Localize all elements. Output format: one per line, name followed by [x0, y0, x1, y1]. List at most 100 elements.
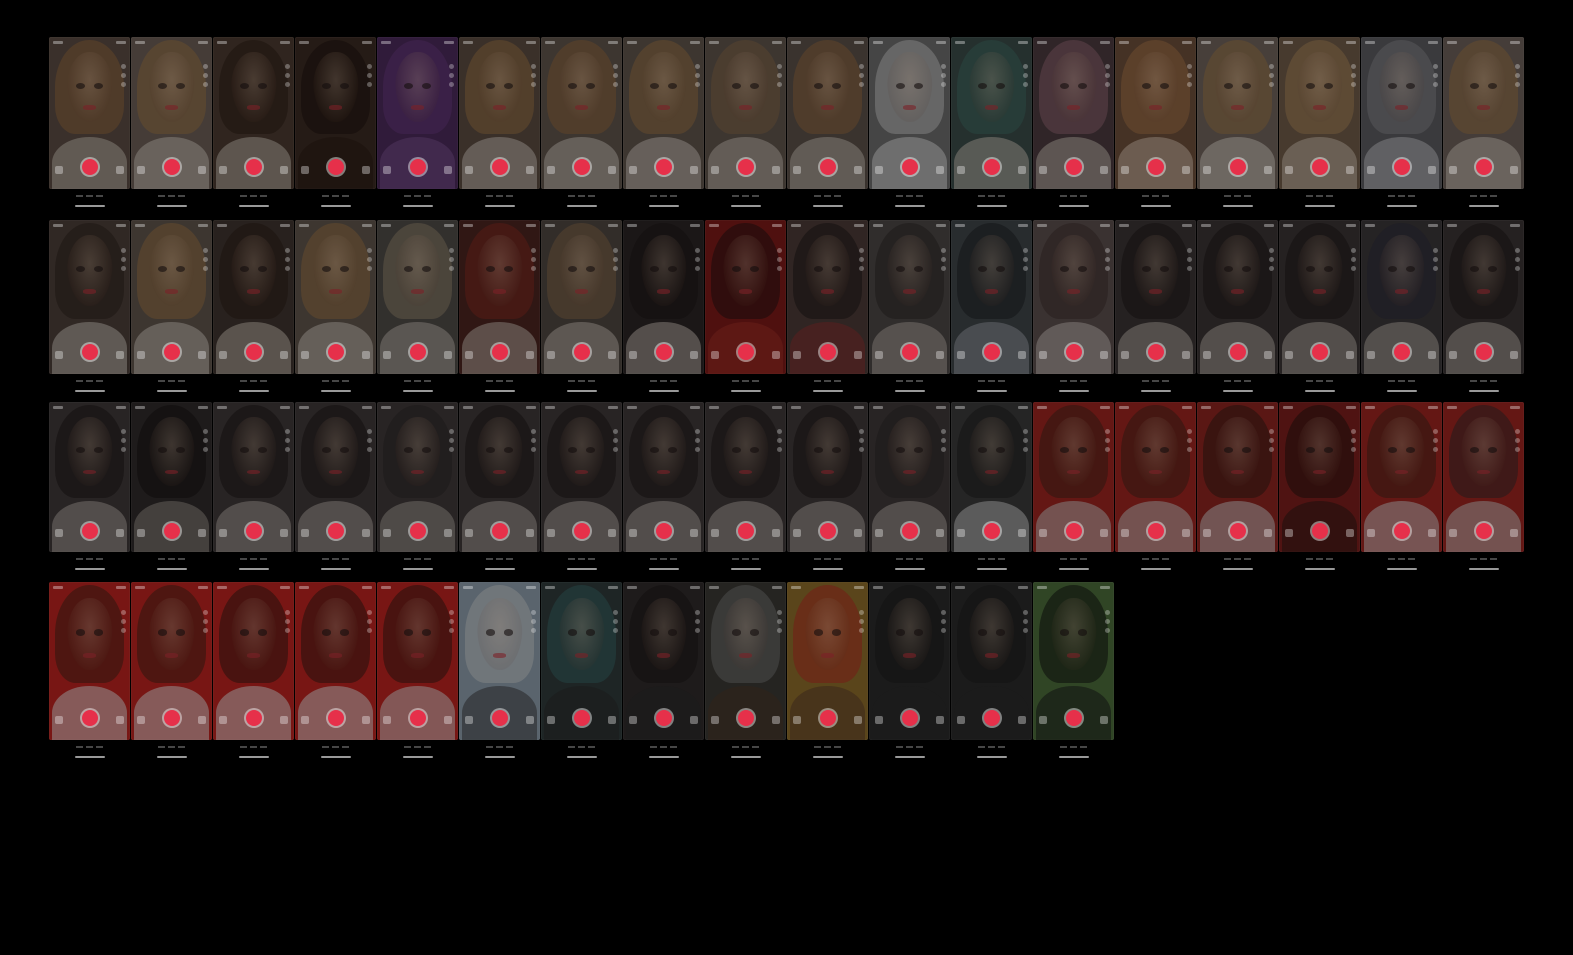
- effects-icon[interactable]: [137, 716, 146, 725]
- gallery-icon[interactable]: [1099, 529, 1108, 537]
- filter-preview-comic-sketch[interactable]: [869, 37, 950, 189]
- record-button[interactable]: [1147, 344, 1164, 361]
- mode-tabbar[interactable]: [131, 189, 212, 213]
- filter-preview-blush[interactable]: [459, 402, 540, 552]
- side-toolbar-icons[interactable]: [613, 64, 619, 91]
- side-toolbar-icons[interactable]: [449, 610, 455, 637]
- record-button[interactable]: [737, 159, 754, 176]
- record-button[interactable]: [983, 159, 1000, 176]
- side-toolbar-icons[interactable]: [121, 429, 127, 456]
- record-button[interactable]: [245, 344, 262, 361]
- mode-tabbar[interactable]: [131, 552, 212, 576]
- record-button[interactable]: [1065, 344, 1082, 361]
- gallery-icon[interactable]: [1017, 529, 1026, 537]
- side-toolbar-icons[interactable]: [531, 429, 537, 456]
- gallery-icon[interactable]: [689, 165, 698, 174]
- gallery-icon[interactable]: [1509, 529, 1518, 537]
- mode-tabbar[interactable]: [951, 740, 1032, 764]
- record-button[interactable]: [901, 709, 918, 726]
- effects-icon[interactable]: [629, 165, 638, 174]
- record-button[interactable]: [1475, 344, 1492, 361]
- gallery-icon[interactable]: [853, 165, 862, 174]
- gallery-icon[interactable]: [197, 529, 206, 537]
- filter-preview-warp-face[interactable]: [541, 37, 622, 189]
- side-toolbar-icons[interactable]: [531, 64, 537, 91]
- effects-icon[interactable]: [629, 529, 638, 537]
- record-button[interactable]: [1147, 522, 1164, 539]
- effects-icon[interactable]: [1121, 529, 1130, 537]
- record-button[interactable]: [901, 159, 918, 176]
- gallery-icon[interactable]: [1509, 165, 1518, 174]
- record-button[interactable]: [1229, 344, 1246, 361]
- side-toolbar-icons[interactable]: [777, 247, 783, 275]
- side-toolbar-icons[interactable]: [1351, 429, 1357, 456]
- record-button[interactable]: [163, 344, 180, 361]
- mode-tabbar[interactable]: [869, 552, 950, 576]
- filter-preview-big-mouth[interactable]: [1361, 37, 1442, 189]
- side-toolbar-icons[interactable]: [1105, 610, 1111, 637]
- effects-icon[interactable]: [793, 165, 802, 174]
- side-toolbar-icons[interactable]: [285, 610, 291, 637]
- filter-preview-portrait-b[interactable]: [1197, 220, 1278, 374]
- effects-icon[interactable]: [55, 529, 64, 537]
- filter-preview-anime-boy[interactable]: [541, 582, 622, 740]
- filter-preview-cartoon-man[interactable]: [1197, 402, 1278, 552]
- filter-preview-portrait-d[interactable]: [1443, 220, 1524, 374]
- record-button[interactable]: [1065, 709, 1082, 726]
- effects-icon[interactable]: [219, 716, 228, 725]
- side-toolbar-icons[interactable]: [1515, 429, 1521, 456]
- gallery-icon[interactable]: [1427, 529, 1436, 537]
- side-toolbar-icons[interactable]: [941, 247, 947, 275]
- mode-tabbar[interactable]: [787, 374, 868, 398]
- mode-tabbar[interactable]: [1115, 374, 1196, 398]
- gallery-icon[interactable]: [1099, 165, 1108, 174]
- effects-icon[interactable]: [1285, 350, 1294, 359]
- filter-preview-purple-tint[interactable]: [377, 37, 458, 189]
- gallery-icon[interactable]: [525, 716, 534, 725]
- record-button[interactable]: [1229, 159, 1246, 176]
- mode-tabbar[interactable]: [787, 189, 868, 213]
- mode-tabbar[interactable]: [377, 374, 458, 398]
- record-button[interactable]: [491, 159, 508, 176]
- side-toolbar-icons[interactable]: [1187, 64, 1193, 91]
- mode-tabbar[interactable]: [1197, 374, 1278, 398]
- mode-tabbar[interactable]: [541, 552, 622, 576]
- record-button[interactable]: [901, 522, 918, 539]
- effects-icon[interactable]: [1449, 350, 1458, 359]
- record-button[interactable]: [245, 522, 262, 539]
- gallery-icon[interactable]: [443, 165, 452, 174]
- record-button[interactable]: [573, 344, 590, 361]
- record-button[interactable]: [1393, 344, 1410, 361]
- filter-preview-big-lips[interactable]: [1443, 37, 1524, 189]
- gallery-icon[interactable]: [115, 716, 124, 725]
- effects-icon[interactable]: [793, 529, 802, 537]
- gallery-icon[interactable]: [935, 165, 944, 174]
- filter-preview-cartoon-boy[interactable]: [951, 402, 1032, 552]
- filter-preview-cartoon-dark-skin[interactable]: [295, 37, 376, 189]
- side-toolbar-icons[interactable]: [1187, 247, 1193, 275]
- record-button[interactable]: [327, 344, 344, 361]
- effects-icon[interactable]: [137, 529, 146, 537]
- side-toolbar-icons[interactable]: [203, 429, 209, 456]
- side-toolbar-icons[interactable]: [1023, 429, 1029, 456]
- effects-icon[interactable]: [1367, 350, 1376, 359]
- record-button[interactable]: [655, 344, 672, 361]
- side-toolbar-icons[interactable]: [203, 610, 209, 637]
- record-button[interactable]: [655, 709, 672, 726]
- side-toolbar-icons[interactable]: [859, 429, 865, 456]
- filter-preview-tribal-paint[interactable]: [623, 582, 704, 740]
- effects-icon[interactable]: [711, 529, 720, 537]
- mode-tabbar[interactable]: [787, 740, 868, 764]
- mode-tabbar[interactable]: [951, 189, 1032, 213]
- record-button[interactable]: [573, 709, 590, 726]
- gallery-icon[interactable]: [853, 529, 862, 537]
- mode-tabbar[interactable]: [705, 740, 786, 764]
- mode-tabbar[interactable]: [869, 374, 950, 398]
- side-toolbar-icons[interactable]: [449, 64, 455, 91]
- gallery-icon[interactable]: [1181, 529, 1190, 537]
- effects-icon[interactable]: [301, 350, 310, 359]
- side-toolbar-icons[interactable]: [285, 247, 291, 275]
- mode-tabbar[interactable]: [1361, 374, 1442, 398]
- effects-icon[interactable]: [137, 165, 146, 174]
- effects-icon[interactable]: [711, 716, 720, 725]
